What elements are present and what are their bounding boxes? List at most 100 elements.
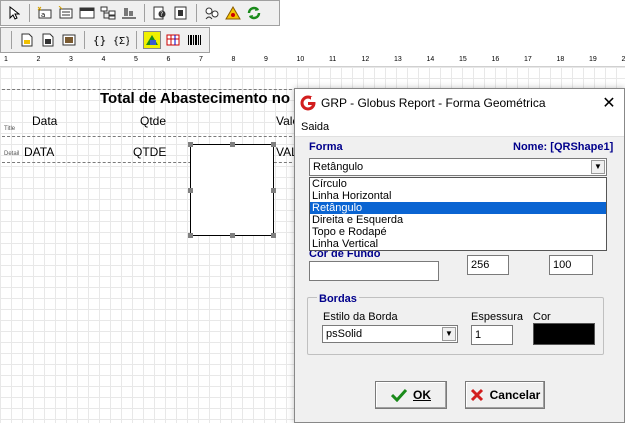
ruler-number: 19 xyxy=(589,56,597,63)
band-tree-icon[interactable] xyxy=(99,4,117,22)
new-report-icon[interactable] xyxy=(18,31,36,49)
resize-handle[interactable] xyxy=(271,142,276,147)
ruler-number: 11 xyxy=(329,56,337,63)
ruler-number: 6 xyxy=(166,56,171,63)
border-color-swatch[interactable] xyxy=(533,323,595,345)
detail-field-valor[interactable]: VALOR xyxy=(276,145,294,159)
detail-band-label: Detail xyxy=(4,151,20,157)
ruler-number: 3 xyxy=(69,56,73,63)
title-band-label: Title xyxy=(4,126,16,132)
espessura-label: Espessura xyxy=(471,311,523,323)
warning-icon[interactable] xyxy=(224,4,242,22)
forma-option[interactable]: Linha Horizontal xyxy=(310,190,606,202)
estilo-select[interactable]: psSolid ▼ xyxy=(322,325,458,343)
estilo-select-value: psSolid xyxy=(326,328,363,340)
resize-handle[interactable] xyxy=(271,233,276,238)
select-arrow-icon[interactable] xyxy=(5,4,23,22)
open-report-icon[interactable] xyxy=(39,31,57,49)
resize-handle[interactable] xyxy=(230,142,235,147)
detail-field-qtde[interactable]: QTDE xyxy=(133,145,166,159)
new-label-icon[interactable]: a xyxy=(36,4,54,22)
cor-fundo-field[interactable] xyxy=(309,261,439,281)
cancel-label: Cancelar xyxy=(489,388,541,402)
cancel-button[interactable]: Cancelar xyxy=(465,381,545,409)
forma-dropdown-list[interactable]: Círculo Linha Horizontal Retângulo Direita … xyxy=(309,177,607,251)
new-band-icon[interactable] xyxy=(78,4,96,22)
resize-handle[interactable] xyxy=(271,188,276,193)
ruler-number: 8 xyxy=(231,56,236,63)
horizontal-ruler: 1 2 3 4 5 6 7 8 9 10 11 12 13 14 15 16 17 18 19 2 xyxy=(0,55,625,67)
align-icon[interactable] xyxy=(120,4,138,22)
toolbar-separator xyxy=(196,4,197,22)
resize-handle[interactable] xyxy=(230,233,235,238)
bordas-label: Bordas xyxy=(317,293,359,305)
resize-handle[interactable] xyxy=(188,188,193,193)
estilo-label: Estilo da Borda xyxy=(323,311,398,323)
close-icon[interactable]: ✕ xyxy=(594,89,624,117)
header-field-data[interactable]: Data xyxy=(32,114,57,128)
ruler-number: 2 xyxy=(621,56,625,63)
espessura-field[interactable]: 1 xyxy=(471,325,513,345)
checkmark-icon xyxy=(391,388,407,402)
forma-select-value: Retângulo xyxy=(313,161,364,173)
forma-label: Forma xyxy=(309,141,343,153)
ok-button[interactable]: OK xyxy=(375,381,447,409)
ruler-number: 16 xyxy=(491,56,500,63)
header-field-valor[interactable]: Valor xyxy=(276,114,294,128)
globus-logo-icon xyxy=(299,94,317,112)
forma-select[interactable]: Retângulo ▼ xyxy=(309,158,607,176)
width-field[interactable]: 256 xyxy=(467,255,509,275)
ruler-number: 1 xyxy=(4,56,8,63)
red-x-icon xyxy=(470,388,483,402)
height-field[interactable]: 100 xyxy=(549,255,593,275)
ruler-number: 4 xyxy=(101,56,106,63)
chevron-down-icon[interactable]: ▼ xyxy=(442,327,456,341)
barcode-icon[interactable] xyxy=(185,31,203,49)
ruler-number: 7 xyxy=(199,56,203,63)
ruler-number: 17 xyxy=(524,56,532,63)
curly-braces-icon[interactable]: {} xyxy=(91,31,109,49)
ruler-number: 18 xyxy=(556,56,565,63)
ruler-number: 5 xyxy=(134,56,138,63)
ruler-number: 13 xyxy=(394,56,402,63)
dialog-titlebar[interactable]: GRP - Globus Report - Forma Geométrica ✕ xyxy=(295,89,624,117)
svg-text:{Σ}: {Σ} xyxy=(113,36,129,47)
new-text-icon[interactable] xyxy=(57,4,75,22)
resize-handle[interactable] xyxy=(188,233,193,238)
svg-text:a: a xyxy=(41,11,45,19)
ruler-number: 10 xyxy=(296,56,305,63)
forma-option[interactable]: Linha Vertical xyxy=(310,238,606,250)
header-field-qtde[interactable]: Qtde xyxy=(140,114,166,128)
preview-icon[interactable]: ? xyxy=(151,4,169,22)
resize-handle[interactable] xyxy=(188,142,193,147)
svg-text:{}: {} xyxy=(93,34,106,47)
shape-dialog: GRP - Globus Report - Forma Geométrica ✕… xyxy=(294,88,625,423)
page-setup-icon[interactable] xyxy=(172,4,190,22)
ruler-number: 2 xyxy=(36,56,41,63)
ok-label: OK xyxy=(413,388,431,402)
cor-label: Cor xyxy=(533,311,551,323)
table-icon[interactable] xyxy=(164,31,182,49)
menu-saida[interactable]: Saida xyxy=(295,117,624,137)
toolbar-separator xyxy=(29,4,30,22)
report-title[interactable]: Total de Abastecimento no Mês xyxy=(100,90,296,107)
toolbar-separator xyxy=(144,4,145,22)
users-icon[interactable] xyxy=(203,4,221,22)
chevron-down-icon[interactable]: ▼ xyxy=(591,160,605,174)
ruler-number: 15 xyxy=(459,56,467,63)
expression-icon[interactable]: {Σ} xyxy=(112,31,130,49)
rectangle-shape[interactable] xyxy=(188,142,276,238)
detail-field-data[interactable]: DATA xyxy=(24,145,54,159)
forma-option[interactable]: Círculo xyxy=(310,178,606,190)
insert-toolbar: {} {Σ} xyxy=(0,27,210,53)
ruler-number: 12 xyxy=(361,56,370,63)
shape-icon[interactable] xyxy=(143,31,161,49)
forma-option[interactable]: Topo e Rodapé xyxy=(310,226,606,238)
dialog-title: GRP - Globus Report - Forma Geométrica xyxy=(321,96,546,110)
image-icon[interactable] xyxy=(60,31,78,49)
toolbar-separator xyxy=(11,31,12,49)
main-toolbar: a ? xyxy=(0,0,280,26)
forma-option[interactable]: Direita e Esquerda xyxy=(310,214,606,226)
refresh-icon[interactable] xyxy=(245,4,263,22)
forma-option[interactable]: Retângulo xyxy=(310,202,606,214)
